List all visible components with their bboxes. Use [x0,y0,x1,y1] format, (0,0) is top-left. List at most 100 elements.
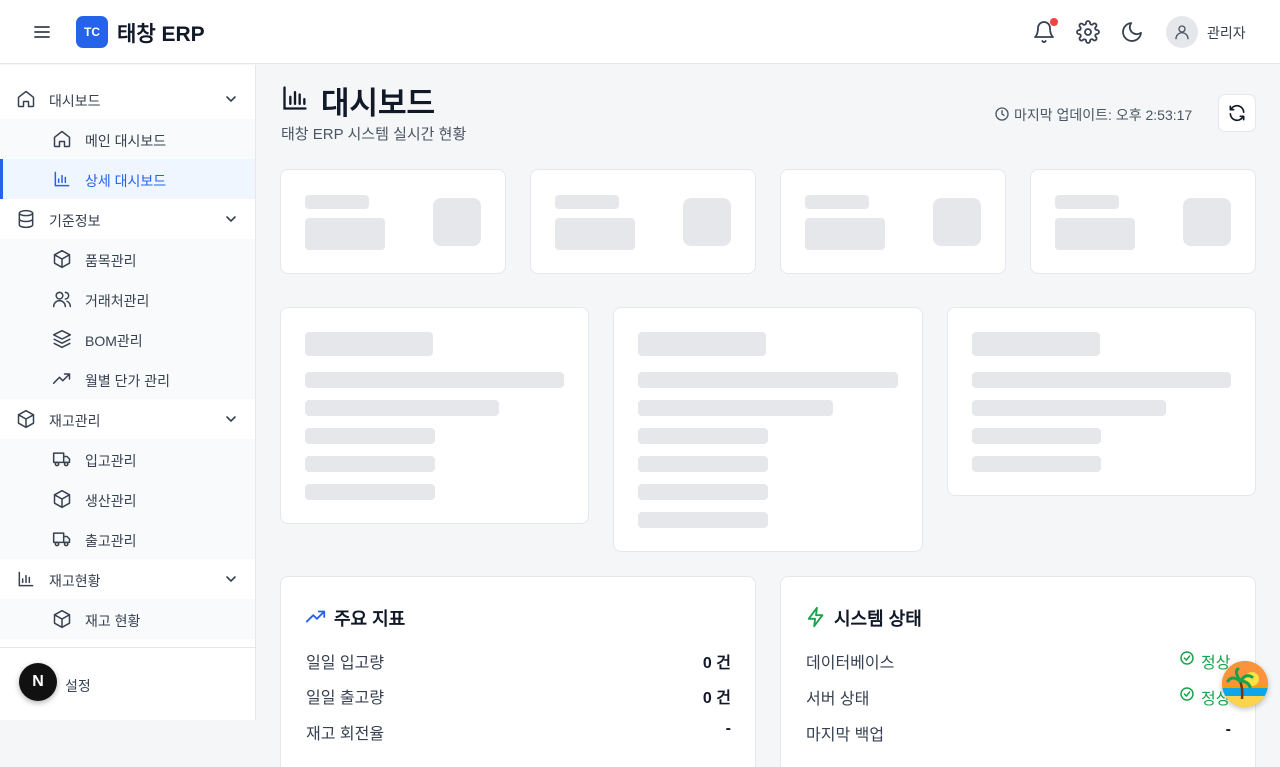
sidebar-item-stock[interactable]: 재고 현황 [0,599,255,639]
sidebar-item-items[interactable]: 품목관리 [0,239,255,279]
skeleton-line [638,400,833,416]
skeleton-line [305,456,435,472]
package-icon [53,609,71,629]
kpi-label: 재고 회전율 [306,726,385,743]
package-icon [53,249,71,269]
skeleton-line [555,195,619,209]
content-card-loading [280,307,589,524]
chevron-down-icon [226,576,236,583]
skeleton-line [638,456,768,472]
beach-icon [1222,661,1268,707]
logo-badge[interactable]: TC [76,16,108,48]
kpi-value: - [725,720,731,737]
skeleton-line [305,428,435,444]
package-icon [53,489,71,509]
skeleton-icon [433,198,481,246]
skeleton-title [638,332,766,356]
zap-icon [807,606,824,628]
page-subtitle: 태창 ERP 시스템 실시간 현황 [281,126,467,143]
truck-icon [52,532,71,547]
skeleton-icon [1183,198,1231,246]
page-title: 대시보드 [321,86,436,121]
skeleton-line [305,195,369,209]
content-card-loading [613,307,923,552]
truck-icon [52,452,71,467]
kpi-label: 일일 입고량 [306,655,385,672]
skeleton-title [305,332,433,356]
chevron-down-icon [226,416,236,423]
nextjs-badge[interactable]: N [19,663,57,701]
sidebar-divider [0,647,255,648]
skeleton-block [1055,218,1135,250]
sidebar-item-monthly-price[interactable]: 월별 단가 관리 [0,359,255,399]
skeleton-line [805,195,869,209]
chevron-down-icon [226,216,236,223]
bar-chart-icon [54,171,70,187]
sidebar-group-dashboard[interactable]: 대시보드 [0,79,255,119]
kpi-value: 0 건 [702,655,731,672]
sidebar-item-partners[interactable]: 거래처관리 [0,279,255,319]
sidebar-item-label: 상세 대시보드 [85,173,167,189]
skeleton-line [1055,195,1119,209]
skeleton-line [638,512,768,528]
sidebar-group-label: 대시보드 [49,93,101,109]
system-panel-title: 시스템 상태 [834,609,922,629]
avatar[interactable] [1166,16,1198,48]
sidebar-item-detail-dashboard[interactable]: 상세 대시보드 [0,159,255,199]
sidebar-item-production[interactable]: 생산관리 [0,479,255,519]
system-label: 서버 상태 [806,691,870,708]
check-circle-icon [1180,651,1194,665]
sidebar-group-label: 재고현황 [49,573,101,589]
kpi-panel-title: 주요 지표 [334,609,406,629]
refresh-icon [1229,104,1245,122]
skeleton-line [972,372,1231,388]
kpi-value: 0 건 [702,690,731,707]
refresh-button[interactable] [1218,94,1256,132]
clock-icon [995,107,1009,121]
sidebar-item-label: 출고관리 [85,533,137,549]
gear-icon[interactable] [1076,20,1100,44]
sidebar-group-label: 재고관리 [49,413,101,429]
stat-card-loading [780,169,1006,274]
skeleton-block [305,218,385,250]
bar-chart-icon [18,571,34,587]
sidebar-item-label: 재고 현황 [85,613,141,629]
users-icon [52,291,72,308]
trending-up-icon [305,610,326,623]
moon-icon[interactable] [1120,20,1144,44]
system-status-panel: 시스템 상태 데이터베이스 정상 서버 상태 정상 마지막 백업 - [780,576,1256,767]
app-title[interactable]: 태창 ERP [117,18,205,48]
sidebar-item-shipping[interactable]: 출고관리 [0,519,255,559]
skeleton-line [305,484,435,500]
skeleton-block [555,218,635,250]
floating-assistant-button[interactable] [1222,661,1268,707]
notification-dot [1050,18,1058,26]
system-label: 마지막 백업 [806,727,885,744]
sidebar-item-label: BOM관리 [85,333,143,349]
sidebar-item-label: 월별 단가 관리 [85,373,171,389]
sidebar-group-stock-status[interactable]: 재고현황 [0,559,255,599]
sidebar-group-master-data[interactable]: 기준정보 [0,199,255,239]
skeleton-line [972,400,1166,416]
trending-up-icon [52,373,71,384]
home-icon [17,90,35,108]
check-circle-icon [1180,687,1194,701]
skeleton-icon [683,198,731,246]
sidebar-group-inventory[interactable]: 재고관리 [0,399,255,439]
sidebar-item-label: 거래처관리 [85,293,150,309]
user-name[interactable]: 관리자 [1207,23,1246,43]
skeleton-line [638,372,898,388]
skeleton-line [305,372,564,388]
sidebar-item-bom[interactable]: BOM관리 [0,319,255,359]
sidebar-item-settings[interactable]: 설정 [65,676,91,696]
stat-card-loading [280,169,506,274]
kpi-panel: 주요 지표 일일 입고량 0 건 일일 출고량 0 건 재고 회전율 - [280,576,756,767]
sidebar: 대시보드 메인 대시보드 상세 대시보드 기준정보 품목관리 거래처관리 BOM… [0,65,256,720]
home-icon [53,130,71,148]
stat-card-loading [530,169,756,274]
sidebar-item-main-dashboard[interactable]: 메인 대시보드 [0,119,255,159]
sidebar-item-receiving[interactable]: 입고관리 [0,439,255,479]
menu-icon[interactable] [30,20,54,44]
package-icon [17,409,35,429]
layers-icon [52,329,72,349]
